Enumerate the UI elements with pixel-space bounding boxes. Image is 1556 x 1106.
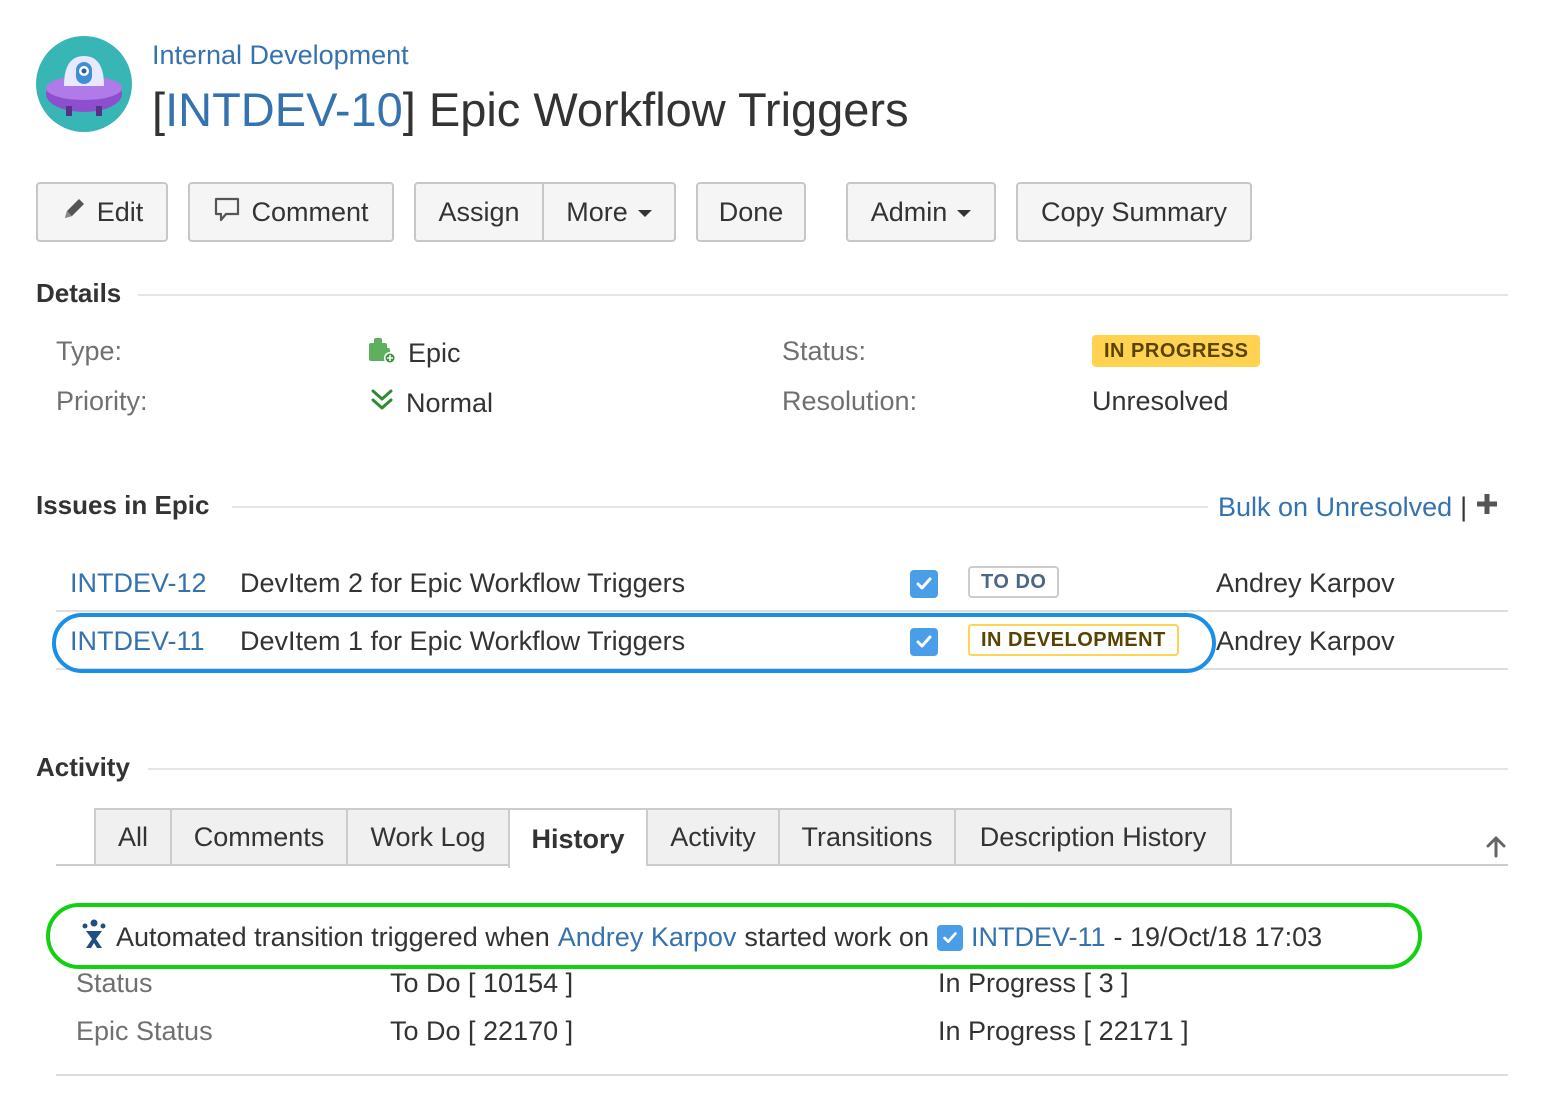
highlight-outline <box>46 903 1422 969</box>
issue-key-link[interactable]: INTDEV-12 <box>70 568 207 599</box>
project-link[interactable]: Internal Development <box>152 40 409 71</box>
chevron-down-icon <box>957 210 972 217</box>
history-bottom-divider <box>56 1074 1508 1076</box>
details-divider <box>138 294 1508 296</box>
assign-more-group: Assign More <box>414 182 676 242</box>
page-title: [INTDEV-10] Epic Workflow Triggers <box>152 82 909 137</box>
bulk-separator: | <box>1460 492 1468 522</box>
details-heading: Details <box>36 278 122 308</box>
activity-tabs: All Comments Work Log History Activity T… <box>94 808 1232 868</box>
tab-activity[interactable]: Activity <box>646 808 778 866</box>
issues-divider <box>232 506 1208 508</box>
status-badge: TO DO <box>968 566 1060 598</box>
sort-arrow-up-icon[interactable] <box>1484 834 1508 858</box>
change-new-value: In Progress [ 22171 ] <box>938 1016 1189 1046</box>
chevron-down-icon <box>637 210 652 217</box>
type-value: Epic <box>366 334 461 373</box>
epic-icon <box>366 334 398 373</box>
assignee: Andrey Karpov <box>1216 568 1395 598</box>
priority-value: Normal <box>368 386 493 421</box>
activity-heading: Activity <box>36 752 130 782</box>
row-divider <box>56 610 1508 612</box>
assign-label: Assign <box>438 196 520 227</box>
tab-transitions[interactable]: Transitions <box>778 808 954 866</box>
priority-low-icon <box>368 386 396 421</box>
assignee: Andrey Karpov <box>1216 626 1395 656</box>
comment-icon <box>213 195 241 230</box>
issue-summary: Epic Workflow Triggers <box>415 83 909 136</box>
change-new-value: In Progress [ 3 ] <box>938 968 1129 998</box>
change-field: Status <box>76 968 153 998</box>
copy-summary-button[interactable]: Copy Summary <box>1016 182 1252 242</box>
tab-history[interactable]: History <box>508 808 646 868</box>
issue-summary[interactable]: DevItem 2 for Epic Workflow Triggers <box>240 568 685 599</box>
pencil-icon <box>61 196 87 229</box>
bulk-actions: Bulk on Unresolved | <box>1218 492 1499 523</box>
change-old-value: To Do [ 10154 ] <box>390 968 574 998</box>
tab-description-history[interactable]: Description History <box>954 808 1232 866</box>
activity-divider <box>148 768 1508 770</box>
project-avatar[interactable] <box>36 36 132 132</box>
tab-all[interactable]: All <box>94 808 170 866</box>
copy-summary-label: Copy Summary <box>1040 196 1228 227</box>
more-button[interactable]: More <box>542 184 674 240</box>
type-label: Type: <box>56 336 123 366</box>
tab-comments[interactable]: Comments <box>170 808 346 866</box>
done-label: Done <box>718 196 784 227</box>
priority-label: Priority: <box>56 386 148 416</box>
edit-label: Edit <box>96 196 144 227</box>
issues-in-epic-heading: Issues in Epic <box>36 490 210 520</box>
comment-label: Comment <box>251 196 369 227</box>
resolution-label: Resolution: <box>782 386 918 416</box>
more-label: More <box>566 196 628 227</box>
done-button[interactable]: Done <box>696 182 806 242</box>
bulk-on-unresolved-link[interactable]: Bulk on Unresolved <box>1218 492 1452 523</box>
task-checkbox-icon <box>910 570 938 598</box>
status-label: Status: <box>782 336 867 366</box>
issue-key-link[interactable]: INTDEV-10 <box>165 83 403 136</box>
admin-button[interactable]: Admin <box>846 182 996 242</box>
tab-work-log[interactable]: Work Log <box>346 808 508 866</box>
highlight-outline <box>52 613 1216 673</box>
comment-button[interactable]: Comment <box>188 182 394 242</box>
change-field: Epic Status <box>76 1016 213 1046</box>
title-bracket-close: ] <box>402 83 416 136</box>
title-bracket-open: [ <box>152 83 166 136</box>
priority-value-label: Normal <box>406 388 494 418</box>
type-value-label: Epic <box>408 338 461 368</box>
status-badge: IN PROGRESS <box>1092 335 1261 367</box>
add-issue-icon[interactable] <box>1475 492 1499 523</box>
assign-button[interactable]: Assign <box>416 184 542 240</box>
edit-button[interactable]: Edit <box>36 182 168 242</box>
admin-label: Admin <box>870 196 948 227</box>
resolution-value: Unresolved <box>1092 386 1229 416</box>
change-old-value: To Do [ 22170 ] <box>390 1016 574 1046</box>
